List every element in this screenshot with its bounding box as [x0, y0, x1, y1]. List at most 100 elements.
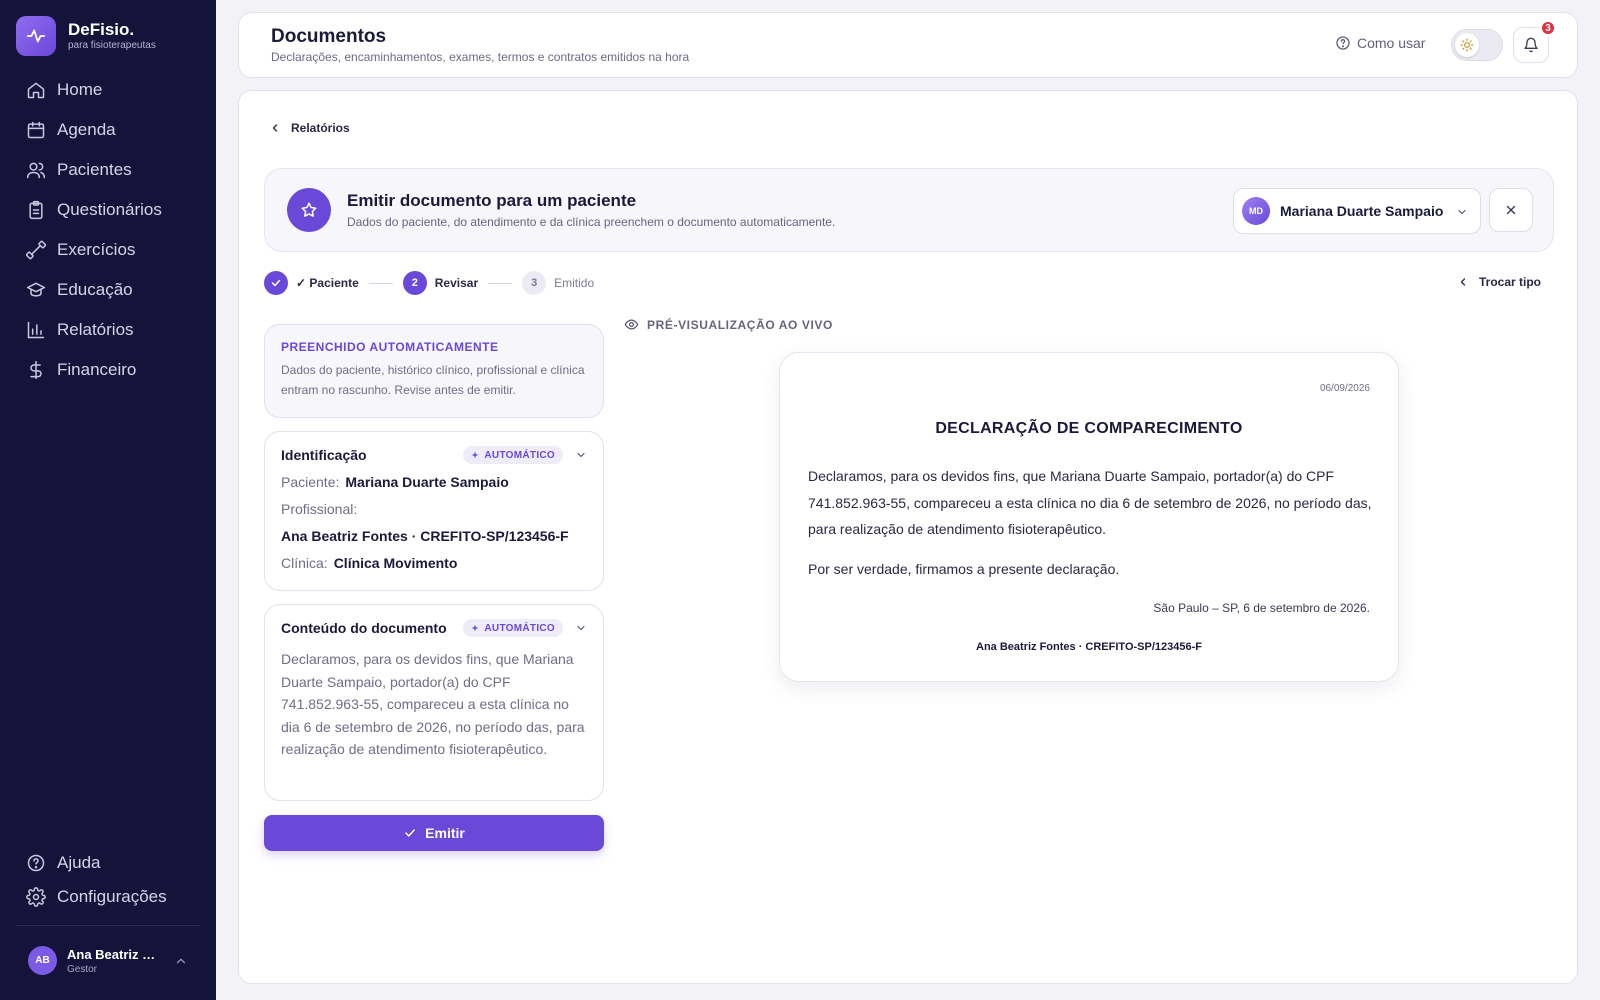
patient-value: Mariana Duarte Sampaio: [345, 474, 509, 490]
identification-card: Identificação AUTOMÁTICO Paciente: Marian…: [264, 431, 604, 591]
emit-button[interactable]: Emitir: [264, 815, 604, 851]
step-connector: [368, 282, 393, 284]
chevron-left-icon: [272, 124, 278, 132]
sparkle-icon: [472, 451, 479, 459]
sidebar-item-educacao[interactable]: Educação: [16, 270, 200, 310]
sidebar-nav: Home Agenda Pacientes Questionários Exer…: [16, 70, 200, 390]
step-connector: [488, 282, 513, 284]
sidebar: DeFisio. para fisioterapeutas Home Agend…: [0, 0, 216, 1000]
banner-subtitle: Dados do paciente, do atendimento e da c…: [347, 215, 836, 229]
notifications-button[interactable]: 3: [1513, 20, 1556, 63]
live-preview-text: PRÉ-VISUALIZAÇÃO AO VIVO: [647, 317, 833, 332]
stepper: ✓ Paciente 2 Revisar 3 Emitido: [264, 271, 594, 295]
clinic-row: Clínica: Clínica Movimento: [281, 554, 587, 572]
sidebar-divider: [16, 925, 200, 926]
sidebar-item-label: Pacientes: [57, 160, 132, 179]
page-title: Documentos: [271, 26, 387, 47]
step-number: 2: [402, 271, 427, 295]
patient-avatar: MD: [1242, 197, 1270, 225]
calendar-icon: [27, 121, 45, 139]
auto-badge-label: AUTOMÁTICO: [484, 622, 555, 634]
switch-type-label: Trocar tipo: [1479, 275, 1542, 289]
bar-chart-icon: [27, 321, 45, 339]
sidebar-item-label: Configurações: [57, 887, 167, 906]
back-to-reports-link[interactable]: Relatórios: [269, 121, 350, 135]
sidebar-item-label: Home: [57, 80, 103, 99]
star-icon: [287, 188, 331, 232]
document-closing: Por ser verdade, firmamos a presente dec…: [808, 561, 1120, 577]
document-content-text[interactable]: Declaramos, para os devidos fins, que Ma…: [281, 648, 587, 761]
document-place-date: São Paulo – SP, 6 de setembro de 2026.: [1153, 601, 1370, 615]
professional-label: Profissional:: [281, 501, 358, 517]
sparkle-icon: [472, 624, 479, 632]
identification-header[interactable]: Identificação AUTOMÁTICO: [281, 446, 587, 464]
main-panel: Relatórios Emitir documento para um paci…: [238, 90, 1578, 984]
auto-badge: AUTOMÁTICO: [463, 446, 563, 464]
sidebar-item-label: Exercícios: [57, 240, 136, 259]
close-button[interactable]: [1489, 188, 1533, 232]
eye-icon: [624, 319, 639, 330]
step-number: 3: [522, 271, 547, 295]
patient-select[interactable]: MD Mariana Duarte Sampaio: [1233, 188, 1481, 234]
sidebar-item-financeiro[interactable]: Financeiro: [16, 350, 200, 390]
theme-knob: [1455, 33, 1479, 57]
document-body: Declaramos, para os devidos fins, que Ma…: [808, 468, 1372, 537]
sidebar-item-pacientes[interactable]: Pacientes: [16, 150, 200, 190]
auto-badge: AUTOMÁTICO: [463, 619, 563, 637]
switch-type-button[interactable]: Trocar tipo: [1457, 275, 1541, 289]
close-icon: [1506, 205, 1516, 215]
patient-row: Paciente: Mariana Duarte Sampaio: [281, 473, 587, 491]
avatar: AB: [28, 946, 57, 975]
sidebar-item-exercicios[interactable]: Exercícios: [16, 230, 200, 270]
chevron-down-icon: [577, 452, 585, 458]
how-to-use-button[interactable]: Como usar: [1335, 35, 1425, 51]
sidebar-item-questionarios[interactable]: Questionários: [16, 190, 200, 230]
help-circle-icon: [27, 854, 45, 872]
page-subtitle: Declarações, encaminhamentos, exames, te…: [271, 50, 690, 64]
brand[interactable]: DeFisio. para fisioterapeutas: [16, 16, 156, 56]
selected-patient-name: Mariana Duarte Sampaio: [1280, 203, 1444, 219]
bell-icon: [1524, 37, 1538, 53]
step-review[interactable]: 2 Revisar: [402, 271, 479, 295]
emit-document-banner: Emitir documento para um paciente Dados …: [264, 168, 1554, 252]
chevron-down-icon: [577, 625, 585, 631]
step-patient[interactable]: ✓ Paciente: [264, 271, 359, 295]
sidebar-item-agenda[interactable]: Agenda: [16, 110, 200, 150]
users-icon: [26, 162, 46, 179]
how-to-use-label: Como usar: [1357, 35, 1426, 51]
check-icon: [264, 271, 288, 295]
step-label: Revisar: [434, 276, 479, 290]
brand-subtitle: para fisioterapeutas: [68, 40, 156, 51]
user-name: Ana Beatriz Fontes: [67, 946, 162, 962]
sidebar-item-relatorios[interactable]: Relatórios: [16, 310, 200, 350]
document-content-title: Conteúdo do documento: [281, 620, 447, 636]
patient-label: Paciente:: [281, 474, 340, 490]
auto-filled-title: PREENCHIDO AUTOMATICAMENTE: [281, 340, 499, 354]
chevron-up-icon: [176, 958, 186, 963]
back-link-label: Relatórios: [291, 121, 350, 135]
banner-title: Emitir documento para um paciente: [347, 191, 637, 210]
auto-badge-label: AUTOMÁTICO: [484, 449, 555, 461]
pulse-logo-icon: [16, 16, 56, 56]
clipboard-icon: [29, 200, 43, 220]
sidebar-item-label: Questionários: [57, 200, 162, 219]
theme-toggle[interactable]: [1451, 29, 1503, 61]
check-icon: [405, 829, 415, 837]
auto-filled-notice: PREENCHIDO AUTOMATICAMENTE Dados do paci…: [264, 324, 604, 418]
auto-filled-description: Dados do paciente, histórico clínico, pr…: [281, 363, 585, 397]
sidebar-item-home[interactable]: Home: [16, 70, 200, 110]
dollar-icon: [30, 360, 42, 380]
sidebar-item-label: Agenda: [57, 120, 116, 139]
sidebar-item-label: Educação: [57, 280, 133, 299]
user-menu[interactable]: AB Ana Beatriz Fontes Gestor: [28, 946, 188, 975]
document-title: DECLARAÇÃO DE COMPARECIMENTO: [935, 420, 1243, 437]
live-preview-label: PRÉ-VISUALIZAÇÃO AO VIVO: [624, 317, 833, 332]
document-content-header[interactable]: Conteúdo do documento AUTOMÁTICO: [281, 619, 587, 637]
brand-name: DeFisio.: [68, 20, 135, 39]
gear-icon: [26, 887, 46, 907]
sidebar-item-label: Financeiro: [57, 360, 137, 379]
emit-label: Emitir: [425, 825, 465, 841]
document-signature: Ana Beatriz Fontes · CREFITO-SP/123456-F: [976, 641, 1202, 653]
sidebar-item-configuracoes[interactable]: Configurações: [16, 880, 200, 914]
sidebar-item-ajuda[interactable]: Ajuda: [16, 846, 200, 880]
